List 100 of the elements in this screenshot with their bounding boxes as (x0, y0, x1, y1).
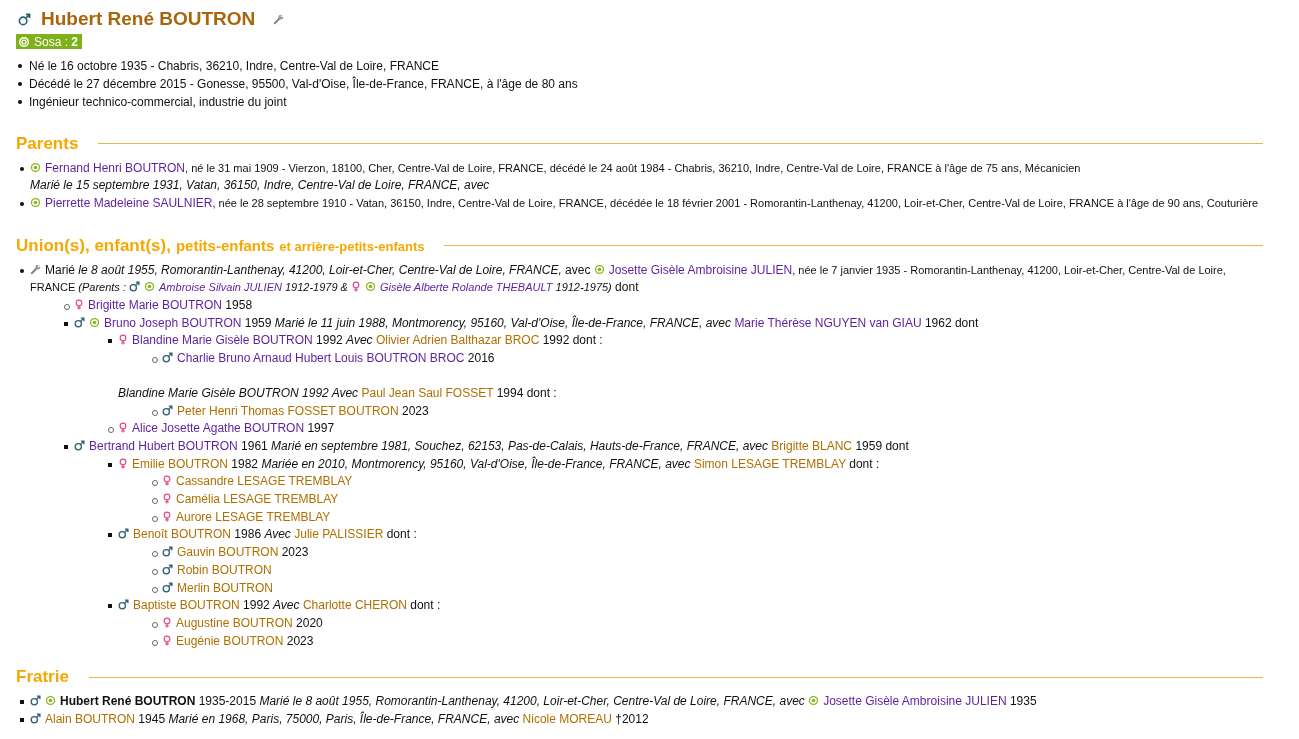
female-icon (118, 457, 128, 469)
person-link[interactable]: Gisèle Alberte Rolande THEBAULT (380, 281, 553, 294)
entry-text: 2023 (400, 403, 429, 418)
male-icon (30, 713, 41, 725)
entry-text: 1945 (137, 712, 167, 727)
detail-text: , née le 7 janvier 1935 - Romorantin-Lanthenay, 41200, Loir-et-Cher, Centre-Val de Loire, (792, 263, 1226, 276)
entry-text: 1992 (242, 598, 271, 613)
male-icon (162, 563, 173, 575)
person-name: Hubert René BOUTRON (60, 694, 196, 709)
person-link[interactable]: Bertrand Hubert BOUTRON (89, 438, 238, 453)
sosa-icon (593, 263, 605, 275)
detail-text: , né le 31 mai 1909 - Vierzon, 18100, Cher, Centre-Val de Loire, FRANCE, décédé le 24 août 1984 - Chabris, 36210, Indre, Centre-Val de Loire, FRANCE à l'âge de 75 ans, Mécanicien (185, 161, 1081, 174)
female-icon (118, 334, 128, 346)
entry-text: 1982 (230, 456, 260, 471)
marriage-text: Mariée en 2010, Montmorency, 95160, Val-d'Oise, Île-de-France, FRANCE, avec (261, 456, 692, 471)
person-link[interactable]: Josette Gisèle Ambroisine JULIEN (823, 694, 1007, 709)
detail-text: , née le 28 septembre 1910 - Vatan, 36150, Indre, Centre-Val de Loire, FRANCE, décédée le 18 février 2001 - Romorantin-Lanthenay, 41200, Loir-et-Cher, Centre-Val de Loire, FRANCE à l'âge de 90 ans, Couturière (212, 196, 1259, 209)
sosa-icon (30, 196, 41, 208)
entry-text: 2016 (466, 351, 495, 366)
marriage-text: Avec (264, 527, 292, 542)
person-link[interactable]: Gauvin BOUTRON (177, 545, 279, 560)
person-link[interactable]: Cassandre LESAGE TREMBLAY (176, 474, 353, 489)
female-icon (162, 475, 172, 487)
sosa-icon (808, 695, 820, 707)
person-link[interactable]: Benoît BOUTRON (133, 527, 232, 542)
person-link[interactable]: Alice Josette Agathe BOUTRON (132, 421, 305, 436)
entry-text: 1997 (306, 421, 335, 436)
person-link[interactable]: Olivier Adrien Balthazar BROC (375, 333, 540, 348)
fact-text: Décédé le 27 décembre 2015 - Gonesse, 95500, Val-d'Oise, Île-de-France, FRANCE, à l'âge de 80 ans (29, 76, 578, 91)
person-link[interactable]: Eugénie BOUTRON (176, 633, 284, 648)
entry-text: 2020 (295, 615, 323, 630)
person-link[interactable]: Robin BOUTRON (177, 562, 272, 577)
entry-text: 1958 (224, 298, 253, 312)
marriage-text: Marié le 11 juin 1988, Montmorency, 95160, Val-d'Oise, Île-de-France, FRANCE, avec (274, 315, 733, 330)
person-name: Hubert René BOUTRON (41, 8, 256, 30)
parents-text: (Parents : (77, 281, 127, 294)
female-icon (118, 422, 128, 434)
person-link[interactable]: Blandine Marie Gisèle BOUTRON (132, 333, 313, 348)
marriage-text: le 8 août 1955, Romorantin-Lanthenay, 41200, Loir-et-Cher, Centre-Val de Loire, FRANCE, (77, 262, 562, 277)
male-icon (30, 695, 41, 707)
person-link[interactable]: Brigitte BLANC (771, 438, 853, 453)
person-link[interactable]: Ambroise Silvain JULIEN (159, 281, 282, 294)
male-icon (129, 281, 141, 293)
person-link[interactable]: Peter Henri Thomas FOSSET BOUTRON (177, 403, 399, 418)
sosa-icon (365, 281, 377, 293)
person-link[interactable]: Bruno Joseph BOUTRON (104, 315, 242, 330)
person-link[interactable]: Simon LESAGE TREMBLAY (693, 456, 846, 471)
section-heading: Union(s), enfant(s), petits-enfants et arrière-petits-enfants (16, 235, 425, 256)
marriage-text: Marié le 15 septembre 1931, Vatan, 36150, Indre, Centre-Val de Loire, FRANCE, avec (30, 178, 490, 193)
sosa-icon (45, 695, 56, 707)
wrench-icon[interactable] (30, 263, 41, 275)
person-link[interactable]: Charlotte CHERON (302, 598, 407, 613)
person-link[interactable]: Camélia LESAGE TREMBLAY (176, 492, 339, 507)
male-icon (162, 581, 173, 593)
female-icon (74, 299, 84, 310)
person-link[interactable]: Julie PALISSIER (294, 527, 384, 542)
entry-text: 1992 (315, 333, 344, 348)
entry-text: 1935 (1008, 694, 1037, 709)
male-icon (162, 546, 173, 558)
entry-text: dont (614, 280, 639, 295)
male-icon (74, 316, 85, 328)
entry-text: 1986 (233, 527, 263, 542)
person-link[interactable]: Aurore LESAGE TREMBLAY (176, 509, 331, 524)
entry-text: Marié (45, 262, 75, 277)
person-link[interactable]: Augustine BOUTRON (176, 615, 293, 630)
person-link[interactable]: Emilie BOUTRON (132, 456, 228, 471)
female-icon (351, 281, 362, 293)
person-link[interactable]: Fernand Henri BOUTRON (45, 160, 186, 175)
entry-text: dont : (848, 456, 880, 471)
section-heading: Fratrie (16, 667, 69, 688)
person-link[interactable]: Alain BOUTRON (45, 712, 136, 727)
female-icon (162, 510, 172, 522)
person-link[interactable]: Baptiste BOUTRON (133, 598, 240, 613)
female-icon (162, 616, 172, 628)
entry-text: dont : (409, 598, 441, 613)
entry-text: 1962 dont (923, 315, 979, 330)
section-heading: Parents (16, 133, 79, 154)
fact-text: Né le 16 octobre 1935 - Chabris, 36210, Indre, Centre-Val de Loire, FRANCE (29, 58, 439, 73)
parents-text: 1912-1975) (554, 281, 612, 294)
person-link[interactable]: Nicole MOREAU (522, 712, 612, 727)
entry-text: 1959 dont (854, 438, 909, 453)
male-icon (162, 352, 173, 364)
male-icon (18, 12, 31, 26)
sosa-icon (89, 316, 100, 328)
marriage-text: Avec (346, 333, 374, 348)
detail-text: FRANCE (30, 281, 76, 294)
person-link[interactable]: Paul Jean Saul FOSSET (361, 385, 494, 400)
marriage-text: Marié en 1968, Paris, 75000, Paris, Île-de-France, FRANCE, avec (168, 712, 521, 727)
male-icon (118, 528, 129, 540)
person-link[interactable]: Brigitte Marie BOUTRON (88, 298, 223, 312)
person-link[interactable]: Marie Thérèse NGUYEN van GIAU (734, 315, 922, 330)
entry-text: 1959 (243, 315, 273, 330)
entry-text: 2023 (285, 633, 314, 648)
female-icon (162, 493, 172, 505)
marriage-text: Marié le 8 août 1955, Romorantin-Lanthenay, 41200, Loir-et-Cher, Centre-Val de Loire, FRANCE, avec (259, 694, 806, 709)
fact-text: Ingénieur technico-commercial, industrie du joint (29, 94, 287, 109)
person-link[interactable]: Charlie Bruno Arnaud Hubert Louis BOUTRON BROC (177, 351, 465, 366)
entry-text: 1992 dont : (541, 333, 603, 348)
wrench-icon[interactable] (273, 13, 285, 25)
person-link[interactable]: Merlin BOUTRON (177, 580, 273, 595)
